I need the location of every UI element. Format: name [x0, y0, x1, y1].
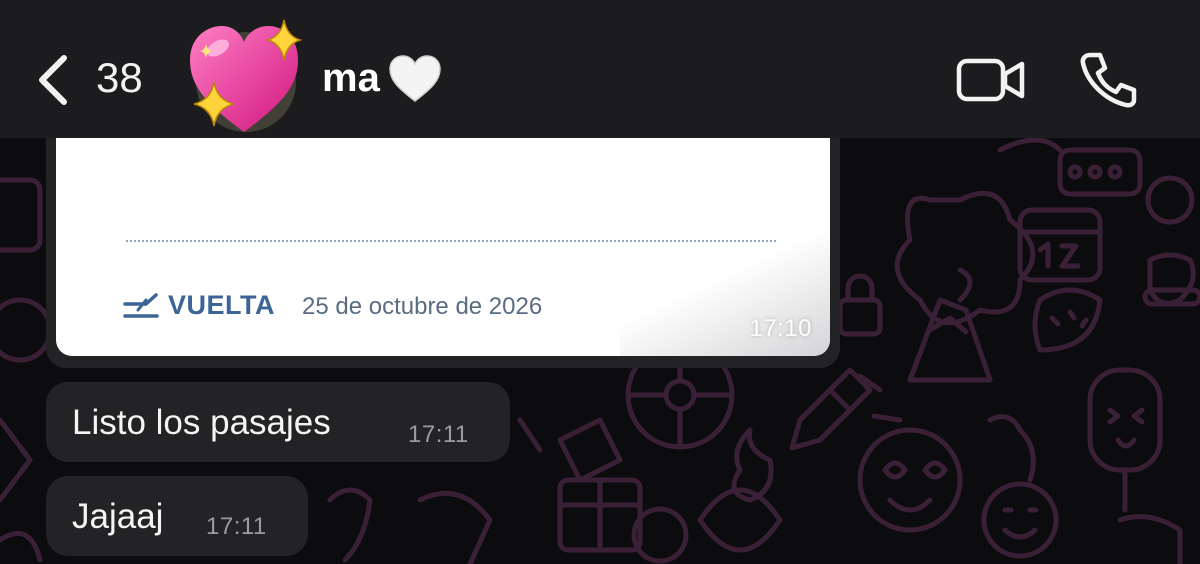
ticket-image-message[interactable]: VUELTA 25 de octubre de 2026 17:10	[46, 120, 840, 368]
message-time: 17:10	[749, 315, 812, 342]
message-text: Listo los pasajes	[72, 403, 331, 442]
message-time: 17:11	[408, 421, 469, 448]
chat-header: 38 ma	[0, 0, 1200, 138]
unread-count[interactable]: 38	[96, 52, 143, 104]
ticket-return-label: VUELTA	[168, 290, 275, 320]
plane-landing-icon	[123, 293, 159, 318]
voice-call-icon[interactable]	[1078, 52, 1138, 108]
ticket-return-date: 25 de octubre de 2026	[302, 293, 543, 320]
white-heart-emoji-icon	[389, 55, 441, 102]
message-bubble[interactable]: Jajaaj 17:11	[46, 476, 308, 556]
contact-avatar[interactable]	[186, 16, 304, 138]
message-bubble[interactable]: Listo los pasajes 17:11	[46, 382, 510, 462]
contact-name[interactable]: ma	[322, 52, 380, 104]
chevron-left-icon[interactable]	[34, 54, 70, 106]
ticket-image[interactable]: VUELTA 25 de octubre de 2026 17:10	[56, 120, 830, 356]
video-call-icon[interactable]	[956, 56, 1026, 104]
message-text: Jajaaj	[72, 497, 164, 536]
message-time: 17:11	[206, 513, 267, 540]
